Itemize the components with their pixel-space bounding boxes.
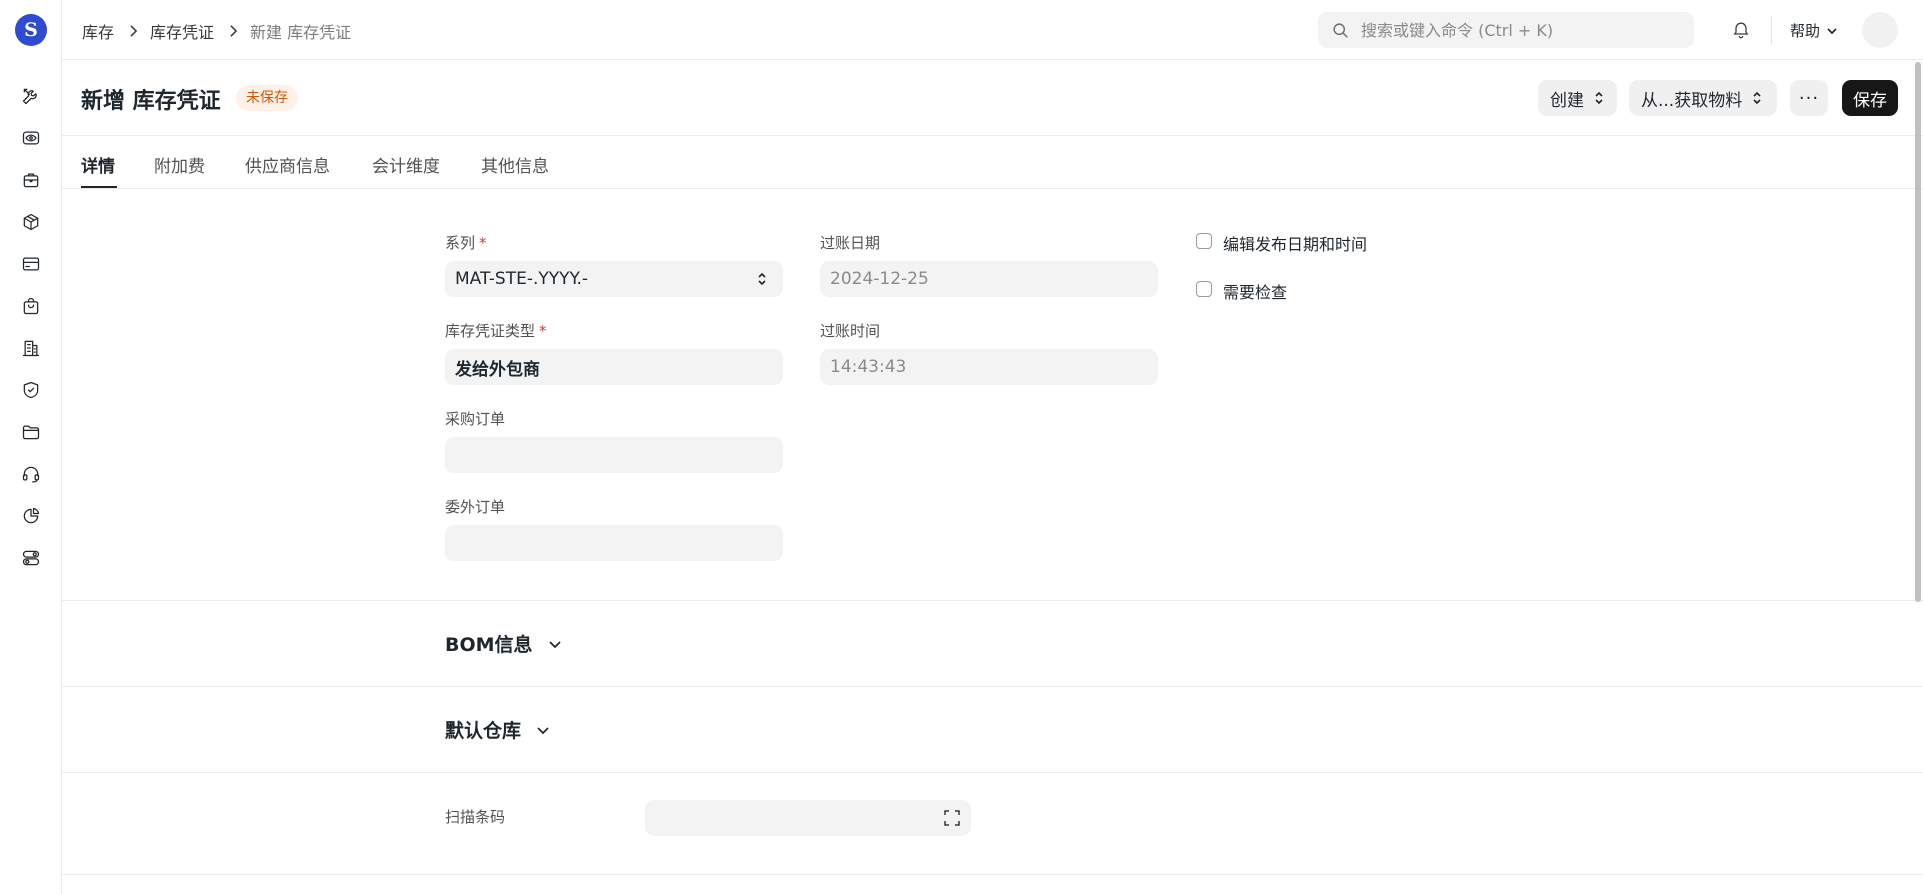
briefcase-icon[interactable]: [19, 168, 43, 192]
entry-type-value: 发给外包商: [455, 359, 540, 380]
updown-icon: [1753, 91, 1761, 105]
section-divider: [62, 600, 1923, 601]
scrollbar[interactable]: [1915, 62, 1921, 602]
create-button[interactable]: 创建: [1538, 80, 1617, 116]
series-value: MAT-STE-.YYYY.-: [455, 269, 589, 289]
entry-type-label: 库存凭证类型 *: [445, 322, 547, 340]
edit-posting-datetime-label: 编辑发布日期和时间: [1223, 235, 1368, 254]
breadcrumb: 库存 库存凭证 新建 库存凭证: [82, 19, 351, 43]
search-bar[interactable]: [1318, 12, 1694, 48]
posting-date-label: 过账日期: [820, 234, 881, 252]
app-root: S 库存 库存凭证 新建 库存凭证 搜索或键入命令 (Ctrl + K) 帮助 …: [0, 0, 1923, 894]
topbar: 库存 库存凭证 新建 库存凭证 帮助: [62, 0, 1923, 60]
chevron-right-icon: [228, 25, 238, 37]
headset-icon[interactable]: [19, 462, 43, 486]
toggles-icon[interactable]: [19, 546, 43, 570]
posting-date-value: 2024-12-25: [830, 269, 929, 289]
chevron-down-icon: [1827, 27, 1837, 34]
purchase-order-label: 采购订单: [445, 410, 506, 428]
search-icon: [1333, 22, 1348, 38]
tools-icon[interactable]: [19, 84, 43, 108]
tab-bar: 详情 附加费 供应商信息 会计维度 其他信息: [62, 135, 1923, 189]
breadcrumb-item-stock-entry[interactable]: 库存凭证: [150, 19, 214, 43]
updown-icon: [1595, 91, 1603, 105]
section-divider: [62, 874, 1923, 875]
chevron-right-icon: [128, 25, 138, 37]
chevron-down-icon: [537, 726, 549, 734]
tab-additional-costs[interactable]: 附加费: [154, 152, 205, 177]
purchase-order-field[interactable]: [445, 437, 783, 473]
get-items-from-button[interactable]: 从...获取物料: [1629, 80, 1777, 116]
posting-time-value: 14:43:43: [830, 357, 907, 377]
avatar[interactable]: [1862, 12, 1898, 48]
active-tab-indicator: [81, 186, 117, 188]
tab-supplier-info[interactable]: 供应商信息: [245, 152, 330, 177]
posting-time-label: 过账时间: [820, 322, 881, 340]
building-icon[interactable]: [19, 336, 43, 360]
page-title: 新增 库存凭证: [81, 89, 221, 114]
eye-icon[interactable]: [19, 126, 43, 150]
scan-barcode-field[interactable]: [645, 800, 971, 836]
more-actions-button[interactable]: ···: [1790, 80, 1828, 116]
subcontract-order-field[interactable]: [445, 525, 783, 561]
entry-type-field[interactable]: 发给外包商: [445, 349, 783, 385]
inspection-required-label: 需要检查: [1223, 283, 1288, 302]
logo-letter: S: [24, 19, 38, 41]
help-menu[interactable]: 帮助: [1790, 20, 1838, 41]
topbar-divider: [1771, 16, 1772, 44]
search-input[interactable]: [1361, 20, 1681, 40]
pie-chart-icon[interactable]: [19, 504, 43, 528]
card-icon[interactable]: [19, 252, 43, 276]
section-bom-title: BOM信息: [445, 634, 533, 656]
section-bom-info[interactable]: BOM信息: [445, 630, 563, 657]
posting-date-field[interactable]: 2024-12-25: [820, 261, 1158, 297]
section-divider: [62, 686, 1923, 687]
help-label: 帮助: [1790, 22, 1821, 40]
scan-barcode-label: 扫描条码: [445, 808, 506, 826]
status-badge: 未保存: [236, 85, 298, 111]
tab-other-info[interactable]: 其他信息: [481, 152, 549, 177]
posting-time-field[interactable]: 14:43:43: [820, 349, 1158, 385]
updown-icon: [758, 272, 766, 286]
create-button-label: 创建: [1550, 90, 1584, 111]
folder-icon[interactable]: [19, 420, 43, 444]
breadcrumb-item-stock[interactable]: 库存: [82, 19, 114, 43]
tab-details[interactable]: 详情: [81, 152, 115, 177]
sidebar: S: [0, 0, 62, 894]
app-logo[interactable]: S: [15, 14, 47, 46]
series-select[interactable]: MAT-STE-.YYYY.-: [445, 261, 783, 297]
save-button[interactable]: 保存: [1842, 80, 1898, 116]
bell-icon[interactable]: [1729, 17, 1753, 41]
subcontract-order-label: 委外订单: [445, 498, 506, 516]
get-items-from-label: 从...获取物料: [1641, 90, 1743, 111]
expand-scan-icon[interactable]: [943, 809, 961, 827]
series-label: 系列 *: [445, 234, 487, 252]
edit-posting-datetime-checkbox[interactable]: [1196, 233, 1212, 249]
section-divider: [62, 772, 1923, 773]
section-default-warehouse[interactable]: 默认仓库: [445, 716, 551, 743]
section-warehouse-title: 默认仓库: [445, 720, 522, 742]
breadcrumb-item-current: 新建 库存凭证: [250, 23, 352, 42]
box-icon[interactable]: [19, 210, 43, 234]
shield-icon[interactable]: [19, 378, 43, 402]
inspection-required-checkbox[interactable]: [1196, 281, 1212, 297]
tab-accounting-dimensions[interactable]: 会计维度: [372, 152, 440, 177]
bag-icon[interactable]: [19, 294, 43, 318]
chevron-down-icon: [548, 640, 561, 648]
